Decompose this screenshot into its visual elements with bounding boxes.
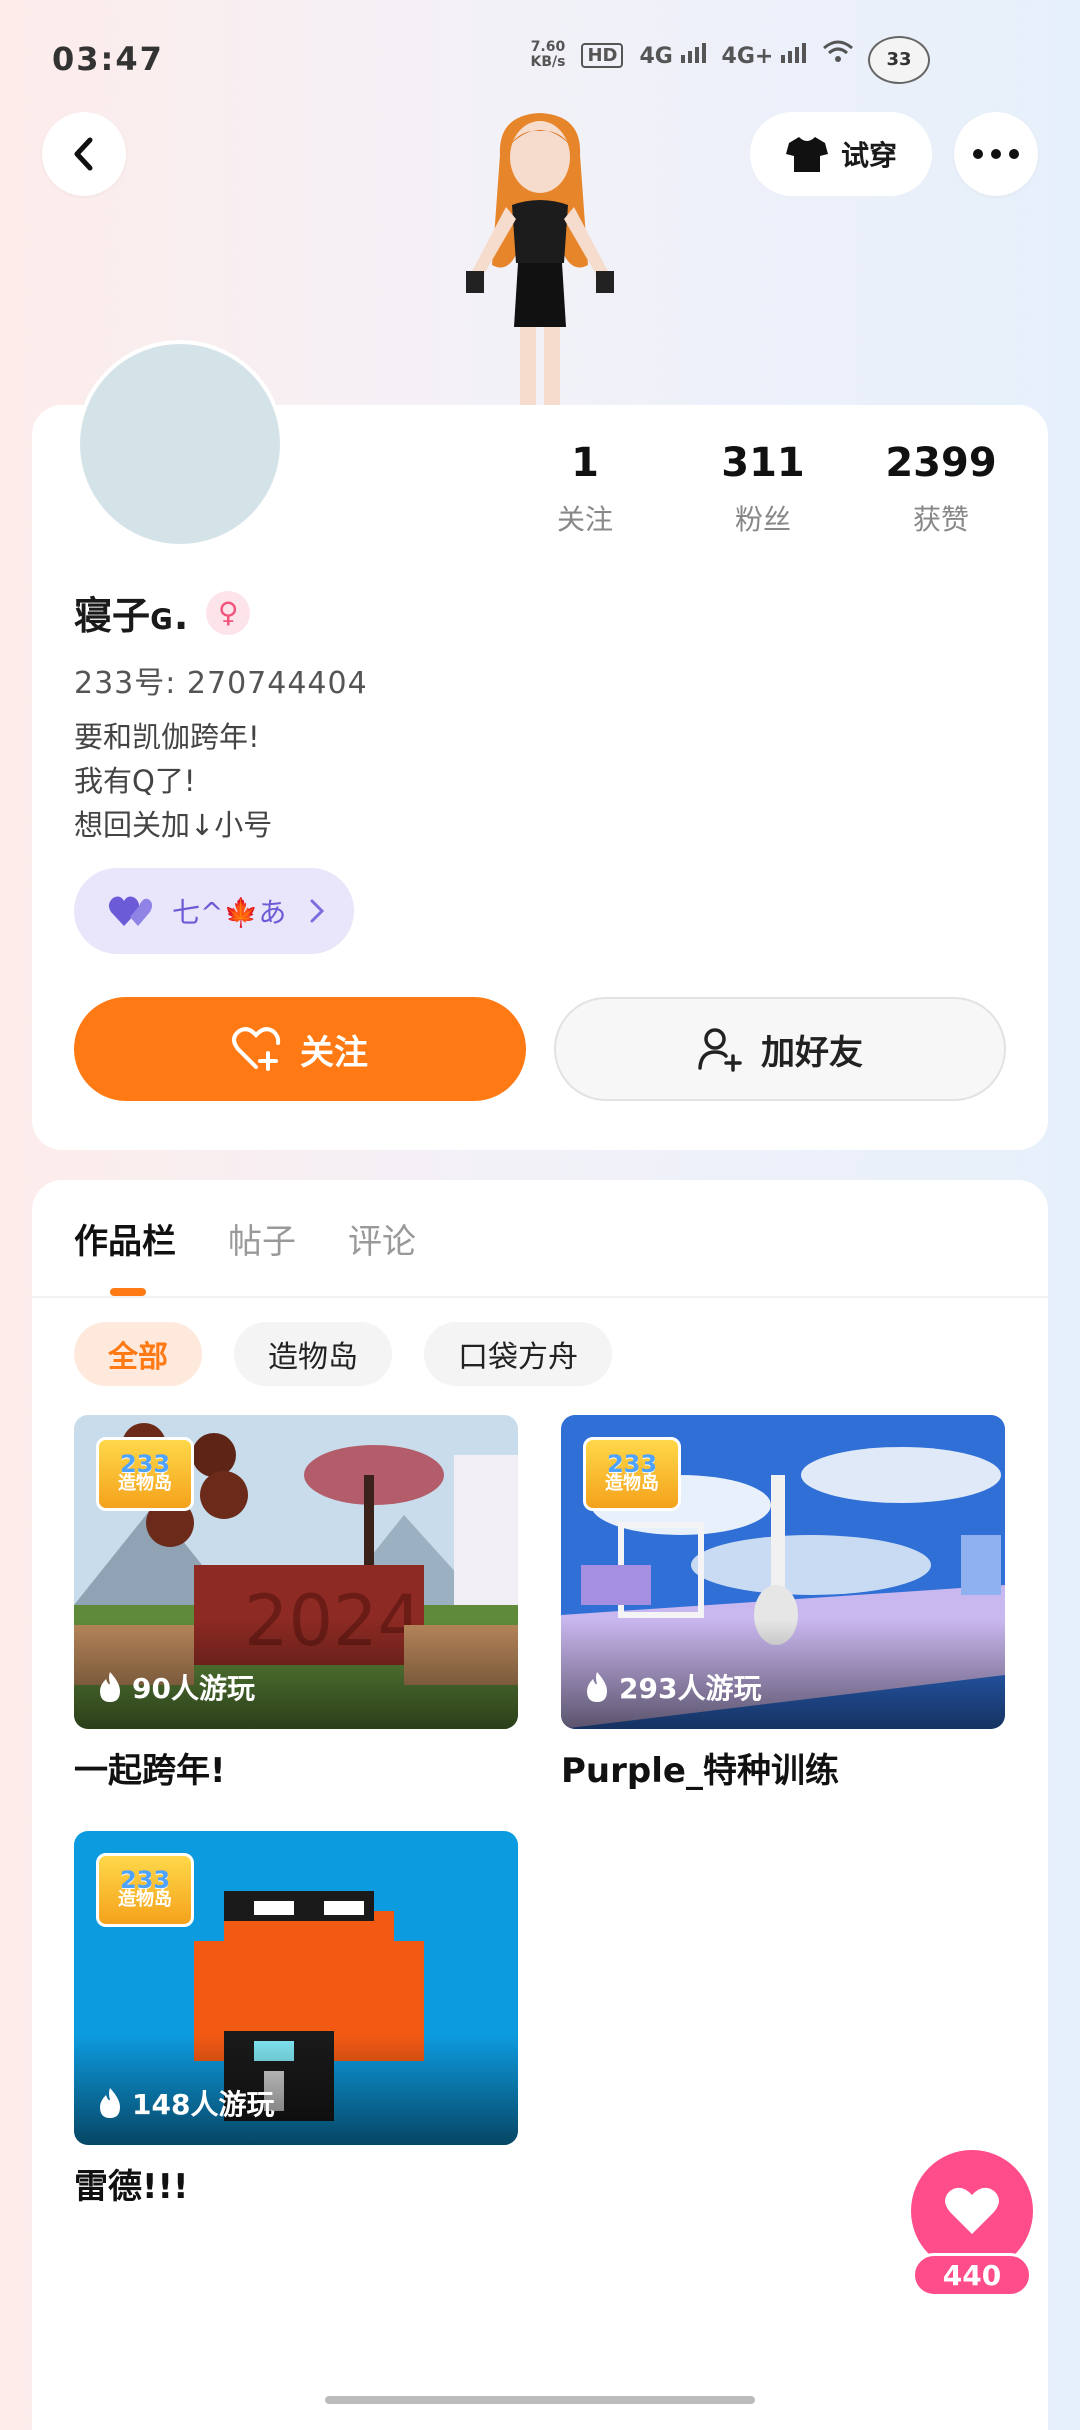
net-speed: 7.60 KB/s (530, 39, 566, 70)
stat-value: 311 (721, 440, 805, 486)
filter-chips: 全部 造物岛 口袋方舟 (74, 1322, 612, 1386)
couple-label: 七^🍁あ (172, 896, 287, 929)
divider (32, 1296, 1048, 1298)
more-dots-icon (973, 149, 1019, 159)
kitty-avatar-icon: 33 (868, 36, 930, 84)
tab-posts[interactable]: 帖子 (228, 1214, 296, 1263)
profile-bio: 要和凯伽跨年! 我有Q了! 想回关加↓小号 (74, 715, 272, 847)
play-count: 148人游玩 (98, 2083, 274, 2123)
stat-following[interactable]: 1 关注 (496, 440, 674, 538)
work-card[interactable]: 233 造物岛 293人游玩 Purple_特种训练 (561, 1415, 1005, 1792)
work-title: Purple_特种训练 (561, 1751, 839, 1791)
chevron-left-icon (74, 137, 93, 171)
bio-line: 想回关加↓小号 (74, 808, 273, 842)
signal-4g-plus: 4G+ (722, 41, 806, 69)
stat-followers[interactable]: 311 粉丝 (674, 440, 852, 538)
profile-name: 寝子ɢ. (74, 594, 189, 638)
work-card[interactable]: 233 造物岛 148人游玩 雷德!!! (74, 1831, 518, 2208)
flame-icon (100, 2088, 120, 2118)
stat-likes[interactable]: 2399 获赞 (852, 440, 1030, 538)
add-user-icon (698, 1028, 742, 1072)
filter-creation-island[interactable]: 造物岛 (234, 1322, 392, 1386)
couple-link-button[interactable]: 七^🍁あ (74, 868, 354, 954)
stat-value: 1 (571, 440, 599, 486)
flame-icon (100, 1672, 120, 1702)
heart-icon (945, 2187, 999, 2234)
tshirt-icon (785, 137, 828, 172)
follow-button[interactable]: 关注 (74, 997, 526, 1101)
add-friend-label: 加好友 (761, 1032, 863, 1073)
creation-island-badge-icon: 233 造物岛 (96, 1437, 194, 1511)
work-thumbnail[interactable]: 2024 233造物岛 90人游玩 (74, 1415, 518, 1729)
name-row: 寝子ɢ. ♀ (74, 585, 251, 640)
signal-4g: 4G (639, 41, 706, 69)
content-tabs: 作品栏 帖子 评论 (74, 1214, 416, 1263)
work-thumbnail[interactable]: 233 造物岛 148人游玩 (74, 1831, 518, 2145)
try-on-label: 试穿 (840, 139, 897, 172)
work-card[interactable]: 2024 233造物岛 90人游玩 一起跨年! (74, 1415, 518, 1792)
creation-island-badge-icon: 233 造物岛 (96, 1853, 194, 1927)
stat-value: 2399 (885, 440, 997, 486)
wifi-icon (822, 40, 854, 70)
bio-line: 我有Q了! (74, 764, 196, 798)
flame-icon (587, 1672, 607, 1702)
filter-all[interactable]: 全部 (74, 1322, 202, 1386)
signal-bars-icon (781, 41, 806, 63)
status-time: 03:47 (52, 40, 164, 78)
tab-indicator (110, 1288, 146, 1296)
creation-island-badge-icon: 233 造物岛 (583, 1437, 681, 1511)
add-friend-button[interactable]: 加好友 (554, 997, 1006, 1101)
work-title: 雷德!!! (74, 2167, 189, 2207)
hd-icon: HD (581, 42, 624, 68)
try-on-button[interactable]: 试穿 (750, 112, 932, 196)
stat-label: 粉丝 (734, 503, 791, 536)
stat-label: 关注 (556, 503, 613, 536)
home-indicator[interactable] (325, 2396, 755, 2404)
work-thumbnail[interactable]: 233 造物岛 293人游玩 (561, 1415, 1005, 1729)
tab-works[interactable]: 作品栏 (74, 1214, 176, 1263)
play-count: 293人游玩 (585, 1667, 761, 1707)
avatar-character-image[interactable] (440, 95, 640, 415)
signal-bars-icon (680, 41, 706, 63)
follow-label: 关注 (300, 1032, 368, 1073)
filter-pocket-ark[interactable]: 口袋方舟 (424, 1322, 612, 1386)
heart-plus-icon (232, 1027, 281, 1071)
bio-line: 要和凯伽跨年! (74, 720, 260, 754)
female-icon: ♀ (206, 590, 251, 635)
profile-id[interactable]: 233号: 270744404 (74, 658, 368, 702)
like-count: 440 (912, 2253, 1032, 2297)
avatar[interactable] (76, 340, 284, 548)
back-button[interactable] (42, 112, 126, 196)
more-button[interactable] (954, 112, 1038, 196)
double-heart-icon (108, 896, 153, 926)
chevron-right-icon (310, 899, 325, 923)
profile-stats: 1 关注 311 粉丝 2399 获赞 (496, 440, 1030, 538)
tab-comments[interactable]: 评论 (348, 1214, 416, 1263)
work-title: 一起跨年! (74, 1751, 226, 1791)
stat-label: 获赞 (912, 503, 969, 536)
play-count: 90人游玩 (98, 1667, 255, 1707)
